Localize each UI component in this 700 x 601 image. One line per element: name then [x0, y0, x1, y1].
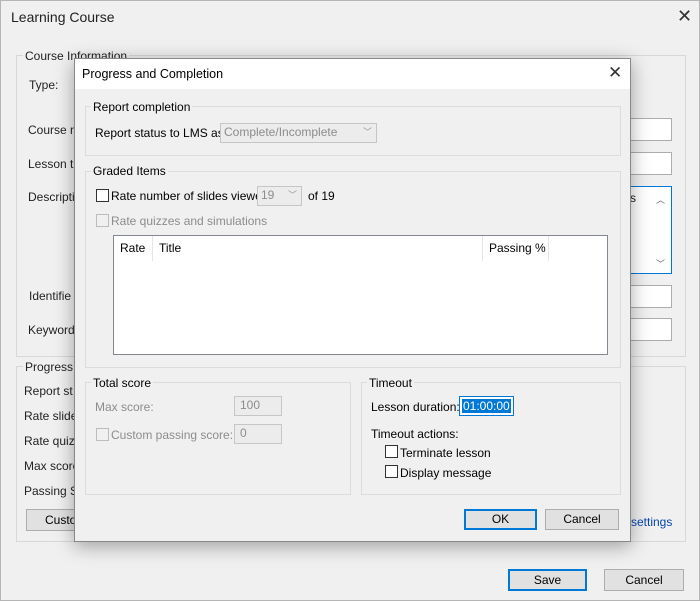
graded-items-list[interactable]: Rate Title Passing %	[113, 235, 608, 355]
lesson-duration-input[interactable]: 01:00:00	[459, 396, 514, 416]
rate-slides-label: Rate number of slides viewed:	[111, 189, 272, 203]
terminate-lesson-label: Terminate lesson	[400, 446, 491, 460]
max-score-label: Max score	[24, 459, 80, 473]
timeout-actions-label: Timeout actions:	[371, 427, 459, 441]
total-score-label: Total score	[91, 376, 154, 390]
report-status-value: Complete/Incomplete	[224, 125, 338, 139]
column-header-passing[interactable]: Passing %	[483, 236, 549, 261]
max-score-input[interactable]: 100	[234, 396, 282, 416]
rate-slides-checkbox[interactable]	[96, 189, 109, 202]
column-header-rate[interactable]: Rate	[114, 236, 153, 261]
window-title: Learning Course	[11, 9, 115, 25]
progress-completion-dialog: Progress and Completion ✕ Report complet…	[74, 58, 631, 542]
chevron-down-icon: ﹀	[362, 127, 372, 137]
report-status-label: Report st	[24, 384, 73, 398]
timeout-label: Timeout	[367, 376, 414, 390]
rate-quizzes-checkbox[interactable]	[96, 214, 109, 227]
course-name-input[interactable]	[626, 118, 672, 141]
cancel-button[interactable]: Cancel	[545, 509, 619, 530]
max-score-label: Max score:	[95, 400, 154, 414]
keywords-label: Keyword	[28, 323, 75, 337]
lesson-duration-value: 01:00:00	[462, 399, 511, 413]
scroll-up-icon[interactable]: ︿	[656, 193, 665, 206]
bg-cancel-button[interactable]: Cancel	[604, 569, 684, 591]
scroll-down-icon[interactable]: ﹀	[656, 257, 665, 270]
rate-quizzes-label: Rate quizzes and simulations	[111, 214, 268, 228]
graded-items-label: Graded Items	[91, 164, 168, 178]
settings-link[interactable]: settings	[631, 515, 672, 529]
report-completion-label: Report completion	[91, 100, 193, 114]
rate-slides-label: Rate slide	[24, 409, 78, 423]
rate-quizzes-label: Rate quiz	[24, 434, 75, 448]
report-status-label: Report status to LMS as:	[95, 126, 228, 140]
ok-button[interactable]: OK	[464, 509, 537, 530]
custom-passing-checkbox[interactable]	[96, 428, 109, 441]
identifier-input[interactable]	[626, 285, 672, 308]
report-status-select[interactable]: Complete/Incomplete ﹀	[220, 123, 377, 143]
identifier-label: Identifie	[29, 289, 72, 303]
save-button[interactable]: Save	[508, 569, 587, 591]
close-icon[interactable]: ✕	[608, 63, 622, 83]
custom-passing-input[interactable]: 0	[234, 424, 282, 444]
lesson-duration-label: Lesson duration:	[371, 400, 460, 414]
lesson-title-label: Lesson ti	[28, 157, 77, 171]
progress-label: Progress	[23, 360, 76, 374]
description-textarea[interactable]: s ︿ ﹀	[626, 186, 672, 274]
custom-passing-label: Custom passing score:	[111, 428, 234, 442]
keywords-input[interactable]	[626, 318, 672, 341]
chevron-down-icon: ﹀	[287, 190, 297, 200]
course-name-label: Course n	[28, 123, 77, 137]
close-icon[interactable]: ✕	[677, 6, 692, 27]
display-message-checkbox[interactable]	[385, 465, 398, 478]
dialog-title: Progress and Completion	[82, 67, 224, 81]
terminate-lesson-checkbox[interactable]	[385, 445, 398, 458]
slides-count-select[interactable]: 19 ﹀	[257, 186, 302, 206]
type-label: Type:	[29, 78, 59, 92]
dialog-titlebar: Progress and Completion ✕	[75, 59, 630, 89]
display-message-label: Display message	[400, 466, 492, 480]
lesson-title-input[interactable]	[626, 152, 672, 175]
slides-total-label: of 19	[308, 189, 335, 203]
slides-count-value: 19	[261, 188, 275, 202]
column-header-title[interactable]: Title	[153, 236, 483, 261]
